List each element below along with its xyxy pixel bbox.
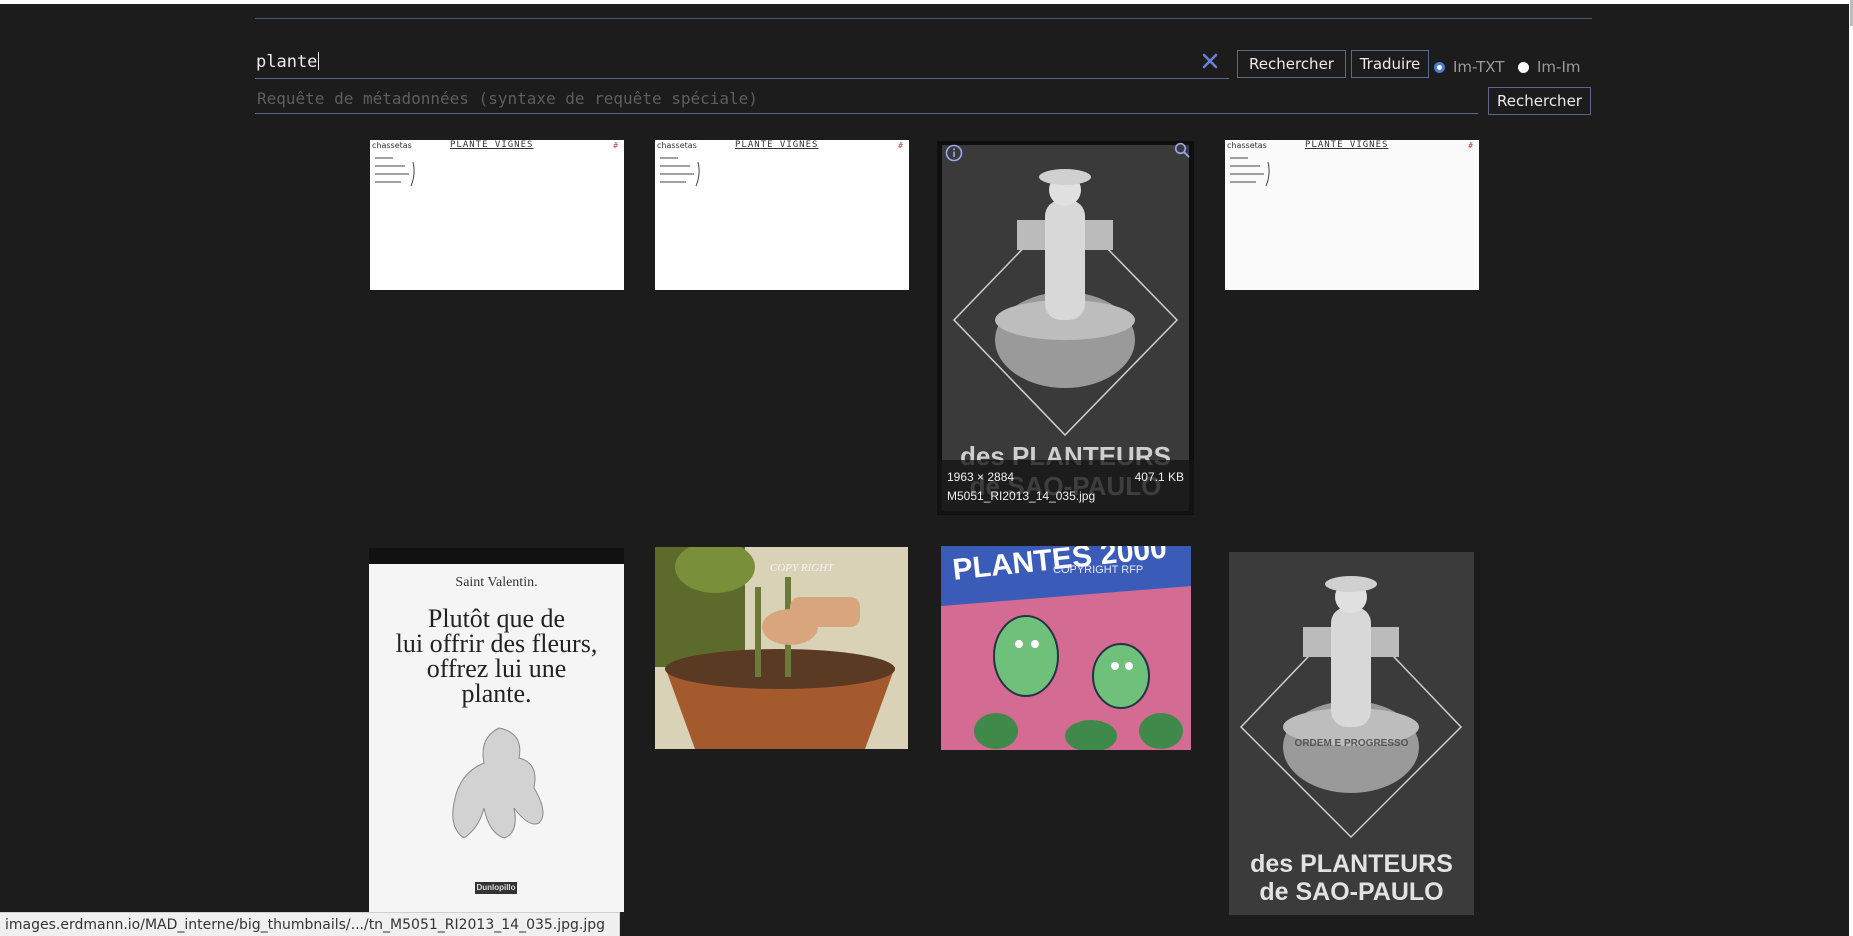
handwriting-scribble (1230, 157, 1270, 187)
search-row: plante Rechercher Traduire Im-TXT Im-Im (255, 46, 1592, 80)
valentin-line: offrez lui une (426, 654, 567, 683)
text-caret (318, 52, 320, 70)
handwriting-scribble (660, 157, 700, 187)
image-size: 407.1 KB (1134, 470, 1184, 484)
copyright-watermark: COPY RIGHT (770, 562, 834, 574)
handwriting-scribble (375, 157, 415, 187)
metadata-search-button[interactable]: Rechercher (1488, 87, 1591, 115)
result-thumbnail[interactable]: chassetas PLANTE VIGNES # (655, 140, 909, 290)
radio-im-im-label: Im-Im (1537, 58, 1581, 76)
result-thumbnail[interactable]: chassetas PLANTE VIGNES # (370, 140, 624, 290)
valentin-line: plante. (461, 679, 532, 708)
status-url-text: images.erdmann.io/MAD_interne/big_thumbn… (5, 916, 606, 933)
doc-hash: # (613, 141, 618, 150)
zoom-icon[interactable] (1174, 142, 1190, 158)
clear-icon[interactable] (1199, 50, 1221, 72)
poster-top-band (369, 548, 624, 564)
translate-button[interactable]: Traduire (1351, 50, 1429, 78)
header-divider (255, 18, 1592, 19)
doc-hash: # (1468, 141, 1473, 150)
radio-im-im[interactable]: Im-Im (1518, 58, 1580, 76)
result-thumbnail[interactable]: ORDEM E PROGRESSO des PLANTEURS de SAO-P… (1229, 552, 1474, 915)
scrollbar-track[interactable] (1849, 0, 1853, 936)
radio-im-im-dot[interactable] (1518, 61, 1529, 73)
result-thumbnail[interactable]: COPY RIGHT (655, 547, 908, 749)
result-thumbnail[interactable]: chassetas PLANTE VIGNES # (1225, 140, 1479, 290)
valentin-line: lui offrir des fleurs, (395, 629, 598, 658)
metadata-query-input[interactable]: Requête de métadonnées (syntaxe de requê… (255, 84, 1478, 114)
plant-pot-photo (655, 547, 908, 749)
image-dimensions: 1963 × 2884 (947, 470, 1015, 484)
doc-header-title: PLANTE VIGNES (450, 140, 534, 150)
valentin-heading: Saint Valentin. (455, 575, 538, 590)
doc-header-title: PLANTE VIGNES (735, 140, 819, 150)
valentin-line: Plutôt que de (427, 604, 566, 633)
radio-im-txt-label: Im-TXT (1453, 58, 1505, 76)
doc-header-left: chassetas (1227, 141, 1267, 150)
image-filename: M5051_RI2013_14_035.jpg (947, 489, 1096, 503)
radio-im-txt-dot[interactable] (1434, 61, 1445, 73)
info-icon[interactable] (945, 144, 963, 162)
planteurs-band: ORDEM E PROGRESSO (1294, 738, 1409, 749)
doc-header-left: chassetas (372, 141, 412, 150)
planteurs-line-1: des PLANTEURS (1250, 850, 1453, 878)
ginseng-root-illustration (452, 727, 544, 839)
metadata-row: Requête de métadonnées (syntaxe de requê… (255, 84, 1592, 118)
radio-im-txt[interactable]: Im-TXT (1434, 58, 1504, 76)
doc-hash: # (898, 141, 903, 150)
search-query-text: plante (256, 52, 320, 72)
brand-label: Dunlopillo (475, 882, 517, 894)
status-bar-url: images.erdmann.io/MAD_interne/big_thumbn… (0, 912, 620, 936)
plantes-subtitle: COPYRIGHT RFP (1053, 564, 1144, 576)
result-thumbnail[interactable]: Saint Valentin. Plutôt que de lui offrir… (369, 548, 624, 912)
result-thumbnail[interactable]: PLANTES 2000 COPYRIGHT RFP (941, 546, 1191, 750)
image-info-overlay: 1963 × 2884 407.1 KB M5051_RI2013_14_035… (937, 460, 1194, 514)
browser-top-edge (0, 0, 1853, 4)
planteurs-line-2: de SAO-PAULO (1259, 878, 1444, 906)
doc-header-title: PLANTE VIGNES (1305, 140, 1389, 150)
doc-header-left: chassetas (657, 141, 697, 150)
metadata-placeholder: Requête de métadonnées (syntaxe de requê… (257, 89, 758, 108)
search-button[interactable]: Rechercher (1237, 50, 1346, 78)
result-thumbnail-hovered[interactable]: des PLANTEURS de SAO-PAULO (937, 141, 1194, 515)
search-input[interactable]: plante (255, 46, 1229, 79)
